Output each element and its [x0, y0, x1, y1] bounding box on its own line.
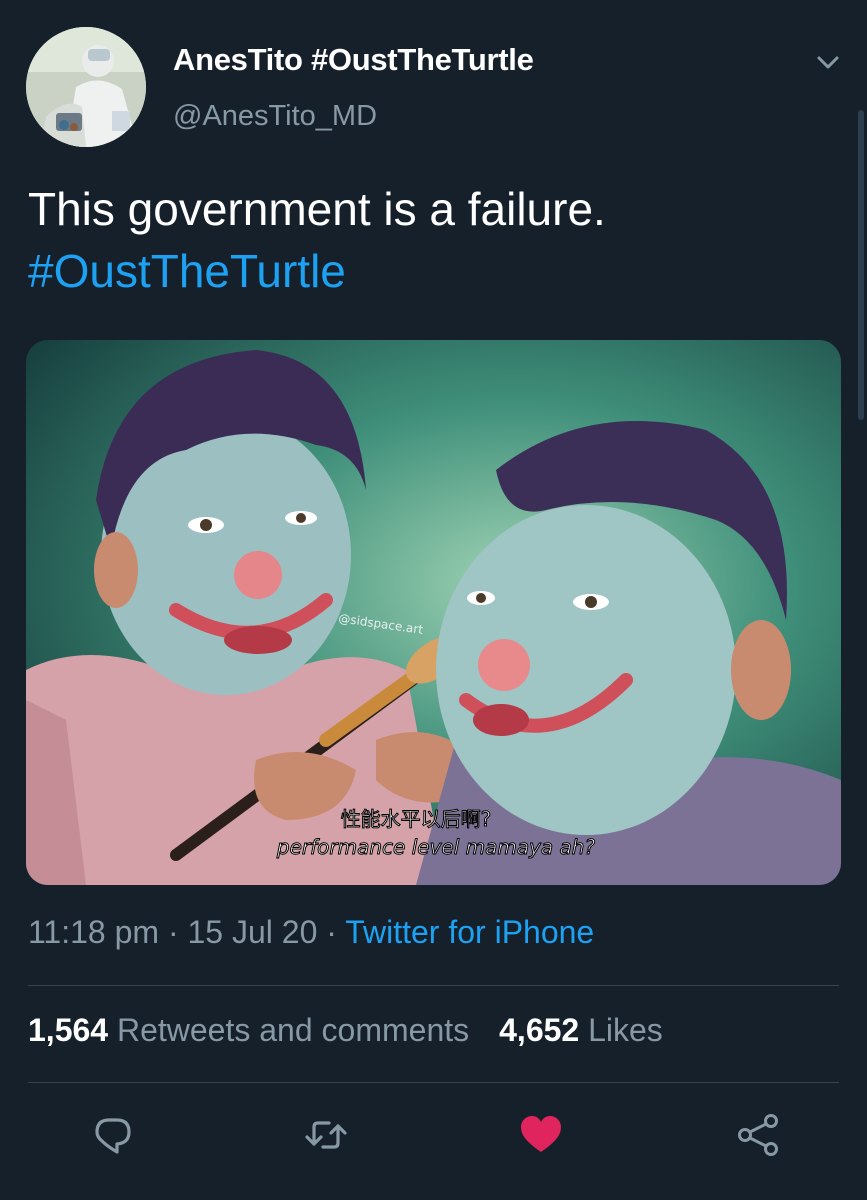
retweets-stat[interactable]: 1,564 Retweets and comments [28, 1012, 469, 1048]
separator: · [317, 914, 346, 950]
tweet-media-image[interactable]: @sidspace.art 性能水平以后啊? performance level… [26, 340, 841, 885]
avatar[interactable] [26, 27, 146, 147]
user-handle[interactable]: @AnesTito_MD [173, 100, 377, 133]
display-name[interactable]: AnesTito #OustTheTurtle [173, 42, 534, 78]
media-illustration: @sidspace.art 性能水平以后啊? performance level… [26, 340, 841, 885]
tweet-metadata: 11:18 pm · 15 Jul 20 · Twitter for iPhon… [28, 914, 594, 951]
likes-label: Likes [588, 1012, 663, 1048]
tweet-date[interactable]: 15 Jul 20 [187, 914, 317, 950]
tweet-text-body: This government is a failure. [28, 183, 606, 235]
tweet-detail: AnesTito #OustTheTurtle @AnesTito_MD Thi… [0, 0, 867, 1200]
divider [28, 1082, 839, 1083]
tweet-source-link[interactable]: Twitter for iPhone [345, 914, 594, 950]
scrollbar[interactable] [858, 110, 864, 420]
media-caption-english: performance level mamaya ah? [276, 835, 596, 859]
tweet-time[interactable]: 11:18 pm [28, 914, 159, 950]
media-caption-chinese: 性能水平以后啊? [341, 807, 492, 831]
separator: · [159, 914, 188, 950]
likes-count: 4,652 [499, 1012, 580, 1048]
tweet-stats: 1,564 Retweets and comments 4,652 Likes [28, 1012, 663, 1049]
retweet-icon[interactable] [303, 1112, 349, 1158]
chevron-down-icon[interactable] [812, 46, 844, 78]
likes-stat[interactable]: 4,652 Likes [499, 1012, 663, 1048]
avatar-image [26, 27, 146, 147]
divider [28, 985, 839, 986]
share-icon[interactable] [736, 1112, 782, 1158]
heart-icon[interactable] [518, 1112, 564, 1158]
retweets-label: Retweets and comments [116, 1012, 470, 1048]
reply-icon[interactable] [90, 1112, 136, 1158]
retweets-count: 1,564 [28, 1012, 109, 1048]
hashtag-link[interactable]: #OustTheTurtle [28, 240, 828, 302]
tweet-text: This government is a failure. #OustTheTu… [28, 178, 828, 302]
